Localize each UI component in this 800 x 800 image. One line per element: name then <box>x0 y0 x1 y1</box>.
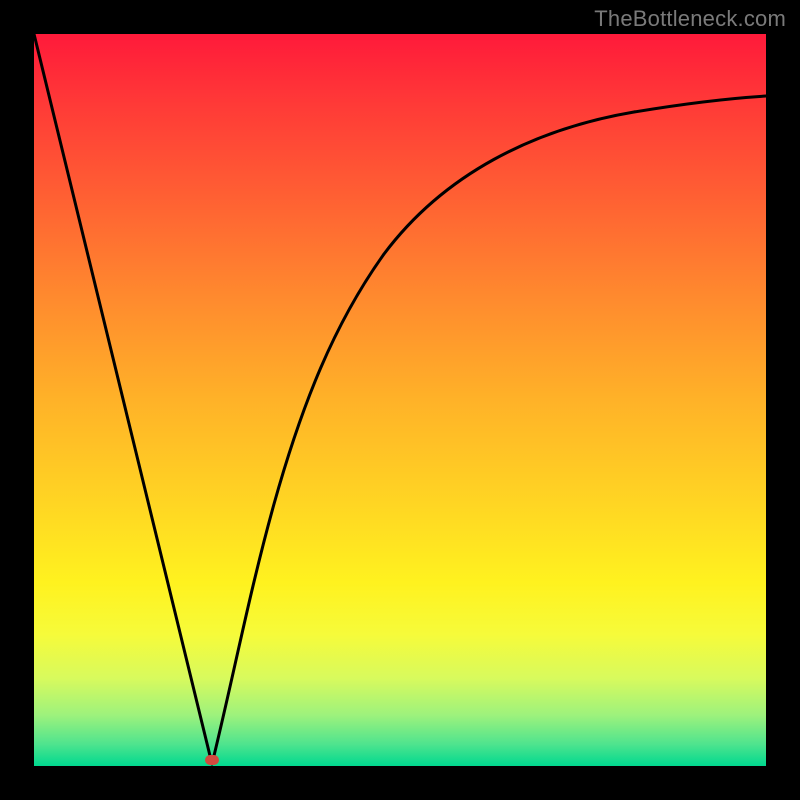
curve-right-segment <box>212 96 766 764</box>
curve-left-segment <box>34 34 212 764</box>
watermark-text: TheBottleneck.com <box>594 6 786 32</box>
plot-area <box>34 34 766 766</box>
min-marker <box>205 755 219 765</box>
bottleneck-curve <box>34 34 766 766</box>
chart-frame: TheBottleneck.com <box>0 0 800 800</box>
